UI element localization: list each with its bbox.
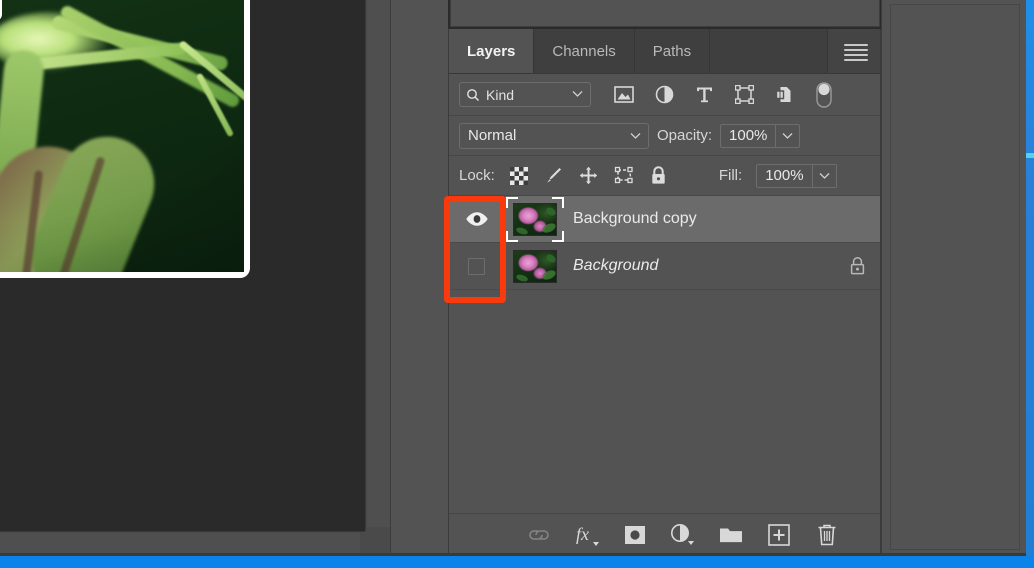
opacity-label: Opacity:: [657, 127, 713, 144]
fill-dropdown-arrow[interactable]: [811, 164, 836, 187]
opacity-field[interactable]: 100%: [720, 123, 801, 148]
plant-bud-artwork: [0, 0, 244, 272]
fill-value[interactable]: 100%: [757, 164, 812, 187]
new-group-button[interactable]: [718, 522, 744, 548]
layer-lock-indicator: [834, 256, 880, 276]
canvas-horizontal-scroll-thumb[interactable]: [0, 533, 360, 554]
new-layer-button[interactable]: [766, 522, 792, 548]
lock-label: Lock:: [459, 167, 495, 184]
panel-tab-bar: Layers Channels Paths: [449, 29, 880, 74]
layer-list: Background copy Background: [449, 195, 880, 513]
hamburger-menu-icon[interactable]: [844, 44, 868, 61]
link-layers-button[interactable]: [526, 522, 552, 548]
taskbar[interactable]: [0, 556, 1034, 568]
lock-position-icon[interactable]: [579, 166, 599, 186]
adjustment-icon: [671, 524, 694, 545]
mask-icon: [625, 525, 645, 544]
eye-icon: [465, 212, 488, 226]
layer-thumbnail: [513, 249, 557, 283]
adjacent-panel-above: [450, 0, 880, 27]
tab-paths[interactable]: Paths: [634, 29, 711, 73]
layer-thumbnail-cell[interactable]: [505, 196, 565, 242]
fill-field[interactable]: 100%: [756, 163, 837, 188]
lock-transparent-pixels-icon[interactable]: [509, 166, 529, 186]
document-canvas-area[interactable]: [0, 0, 365, 531]
fx-icon: fx: [576, 524, 599, 546]
tab-layers[interactable]: Layers: [449, 29, 535, 73]
layers-panel-footer: fx: [449, 513, 880, 555]
plus-square-icon: [768, 523, 790, 546]
filter-pixel-layers-icon[interactable]: [613, 84, 635, 106]
desktop-right-edge: [1026, 0, 1034, 556]
filter-kind-dropdown[interactable]: Kind: [459, 82, 591, 107]
eye-off-icon: [468, 257, 485, 275]
lock-icon-group: [509, 166, 669, 186]
opacity-value[interactable]: 100%: [721, 124, 776, 147]
chevron-down-icon: [782, 132, 793, 139]
scrollbar-corner: [365, 531, 390, 555]
search-icon: [467, 88, 480, 101]
layer-filter-row: Kind: [449, 74, 880, 116]
folder-icon: [720, 528, 742, 543]
canvas-photo: [0, 0, 244, 272]
canvas-vertical-scrollbar[interactable]: [365, 0, 390, 555]
filter-toggle-switch-icon[interactable]: [813, 81, 835, 108]
link-icon: [529, 529, 549, 540]
tab-channels-label: Channels: [552, 42, 616, 60]
svg-text:fx: fx: [576, 524, 589, 544]
opacity-dropdown-arrow[interactable]: [775, 124, 800, 147]
filter-type-layers-icon[interactable]: [693, 84, 715, 106]
layer-name[interactable]: Background copy: [565, 210, 834, 228]
filter-type-icons: [613, 81, 835, 108]
blend-mode-value: Normal: [468, 127, 517, 144]
fill-label: Fill:: [718, 167, 743, 184]
chevron-down-icon: [630, 132, 641, 139]
tab-channels[interactable]: Channels: [534, 29, 635, 73]
tab-layers-label: Layers: [467, 42, 516, 60]
table-row[interactable]: Background copy: [449, 195, 880, 243]
canvas-vertical-scroll-thumb[interactable]: [367, 0, 390, 527]
table-row[interactable]: Background: [449, 242, 880, 290]
layer-visibility-toggle[interactable]: [449, 242, 505, 290]
layer-visibility-toggle[interactable]: [449, 195, 505, 243]
chevron-down-icon: [572, 91, 583, 97]
filter-shape-layers-icon[interactable]: [733, 84, 755, 106]
add-layer-mask-button[interactable]: [622, 522, 648, 548]
trash-icon: [818, 524, 836, 545]
padlock-icon: [850, 256, 864, 275]
lock-row: Lock: Fill: 100%: [449, 156, 880, 196]
tab-bar-filler: [710, 29, 828, 73]
blend-mode-row: Normal Opacity: 100%: [449, 116, 880, 156]
delete-layer-button[interactable]: [814, 522, 840, 548]
layer-style-button[interactable]: fx: [574, 522, 600, 548]
chevron-down-icon: [819, 172, 830, 179]
lock-artboard-nesting-icon[interactable]: [614, 166, 634, 186]
blend-mode-dropdown[interactable]: Normal: [459, 122, 649, 149]
lock-all-icon[interactable]: [649, 166, 669, 186]
new-adjustment-layer-button[interactable]: [670, 522, 696, 548]
document-frame: [0, 0, 250, 278]
right-side-panel: [881, 0, 1026, 556]
filter-adjustment-layers-icon[interactable]: [653, 84, 675, 106]
right-side-panel-body[interactable]: [890, 4, 1020, 550]
layers-panel: Layers Channels Paths Kind Normal Opacit…: [448, 29, 881, 556]
filter-kind-label: Kind: [486, 86, 515, 103]
layer-name[interactable]: Background: [565, 257, 834, 275]
canvas-horizontal-scrollbar[interactable]: [0, 531, 365, 555]
photoshop-window: Layers Channels Paths Kind Normal Opacit…: [0, 0, 1034, 568]
filter-smart-object-icon[interactable]: [773, 84, 795, 106]
layer-thumbnail-cell[interactable]: [505, 249, 565, 283]
layer-thumbnail: [513, 202, 557, 236]
lock-image-pixels-icon[interactable]: [544, 166, 564, 186]
desktop-edge-accent: [1026, 153, 1034, 158]
tab-paths-label: Paths: [652, 42, 692, 60]
collapsed-panel-strip[interactable]: [400, 0, 448, 556]
